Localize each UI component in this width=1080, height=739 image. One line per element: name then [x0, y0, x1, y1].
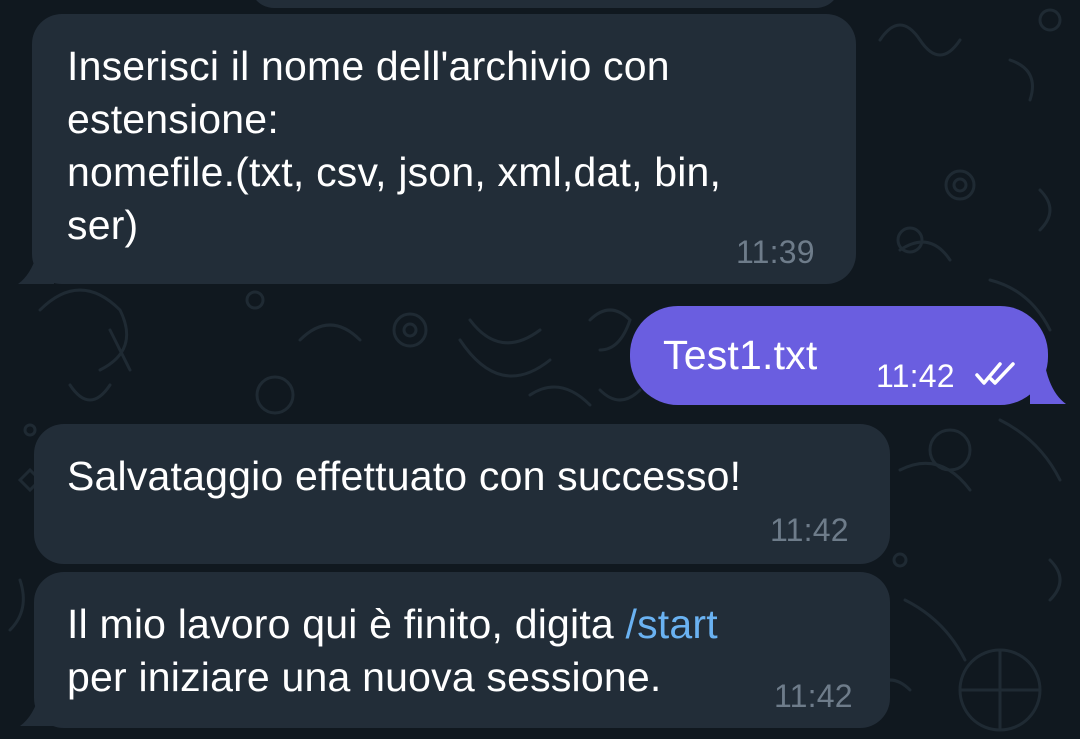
double-check-icon — [975, 362, 1015, 385]
message-line: Il mio lavoro qui è finito, digita /star… — [67, 598, 718, 651]
message-text: Inserisci il nome dell'archivio con este… — [67, 40, 721, 252]
message-line: ser) — [67, 202, 139, 248]
message-bubble-outgoing[interactable]: Test1.txt 11:42 — [630, 306, 1048, 405]
message-timestamp: 11:39 — [736, 234, 815, 270]
message-bubble-incoming[interactable]: Inserisci il nome dell'archivio con este… — [32, 14, 856, 284]
message-bubble-incoming[interactable]: Il mio lavoro qui è finito, digita /star… — [34, 572, 890, 728]
message-line: nomefile.(txt, csv, json, xml,dat, bin, — [67, 149, 722, 195]
message-timestamp: 11:42 — [774, 678, 853, 714]
message-line: per iniziare una nuova sessione. — [67, 654, 662, 700]
message-timestamp: 11:42 — [770, 512, 849, 548]
bubble-tail-incoming — [20, 692, 56, 726]
message-line: estensione: — [67, 96, 279, 142]
previous-message-bubble — [250, 0, 840, 8]
message-line: Inserisci il nome dell'archivio con — [67, 43, 670, 89]
message-timestamp: 11:42 — [876, 358, 955, 394]
bubble-tail-incoming — [18, 250, 54, 284]
message-text: Test1.txt — [663, 332, 818, 378]
message-bubble-incoming[interactable]: Salvataggio effettuato con successo! 11:… — [34, 424, 890, 564]
bubble-tail-outgoing — [1030, 370, 1066, 404]
start-command-link[interactable]: /start — [626, 601, 718, 647]
message-text-segment: Il mio lavoro qui è finito, digita — [67, 601, 626, 647]
message-text: Il mio lavoro qui è finito, digita /star… — [67, 598, 718, 704]
message-text: Salvataggio effettuato con successo! — [67, 453, 742, 499]
